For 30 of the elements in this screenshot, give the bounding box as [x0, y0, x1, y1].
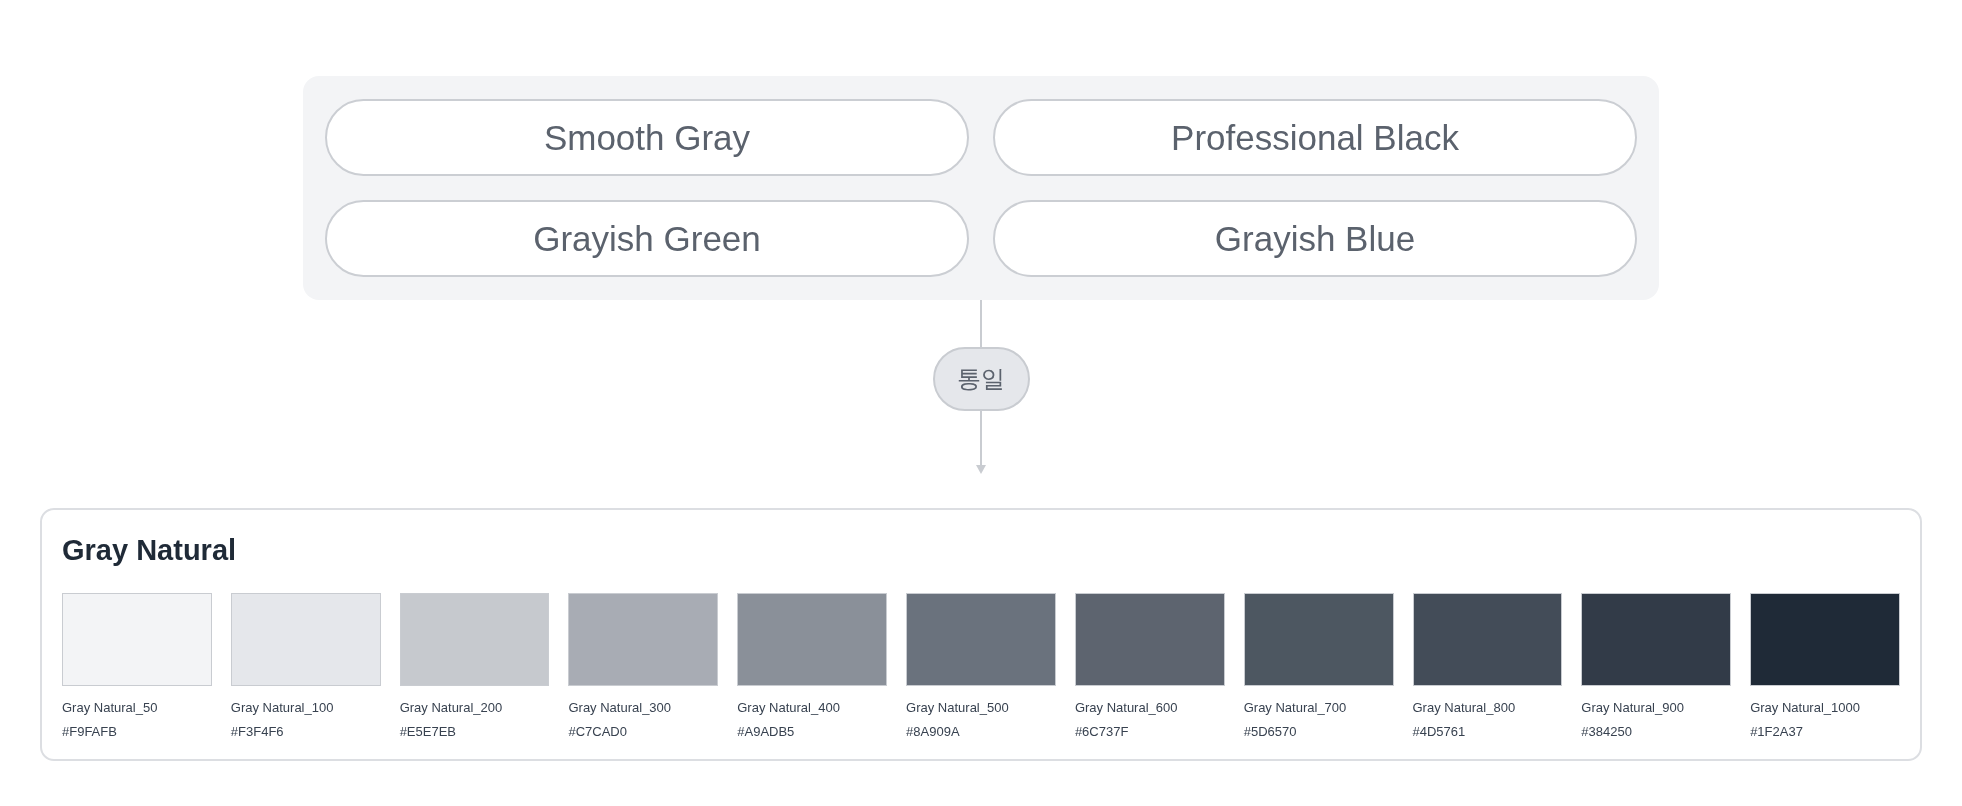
theme-option: Grayish Blue	[993, 200, 1637, 277]
theme-option: Grayish Green	[325, 200, 969, 277]
hex-code: #A9ADB5	[737, 724, 796, 739]
hex-code: #8A909A	[906, 724, 961, 739]
hex-code: #C7CAD0	[568, 724, 628, 739]
swatch-name: Gray Natural_500	[906, 700, 1010, 715]
theme-option: Professional Black	[993, 99, 1637, 176]
hex-code: #384250	[1581, 724, 1633, 739]
swatch-name: Gray Natural_200	[399, 700, 504, 715]
hex-code: #E5E7EB	[399, 724, 457, 739]
swatch-name: Gray Natural_900	[1581, 700, 1685, 715]
swatch-name: Gray Natural_300	[568, 700, 673, 715]
hex-code: #4D5761	[1412, 724, 1467, 739]
palette-title: Gray Natural	[62, 534, 238, 567]
connector-arrow	[975, 411, 987, 475]
hex-code: #1F2A37	[1750, 724, 1804, 739]
hex-code: #F9FAFB	[62, 724, 118, 739]
swatch-name: Gray Natural_600	[1074, 700, 1179, 715]
hex-code: #5D6570	[1243, 724, 1298, 739]
hex-code: #6C737F	[1074, 724, 1130, 739]
hex-code: #F3F4F6	[230, 724, 285, 739]
swatch-name: Gray Natural_1000	[1750, 700, 1861, 715]
swatch-name: Gray Natural_100	[230, 700, 335, 715]
swatch-name: Gray Natural_800	[1412, 700, 1517, 715]
merge-node: 통일	[932, 347, 1030, 411]
swatch-name: Gray Natural_50	[62, 700, 159, 715]
theme-option: Smooth Gray	[325, 99, 969, 176]
connector-line	[980, 300, 982, 347]
swatch-name: Gray Natural_400	[737, 700, 841, 715]
swatch-name: Gray Natural_700	[1243, 700, 1348, 715]
